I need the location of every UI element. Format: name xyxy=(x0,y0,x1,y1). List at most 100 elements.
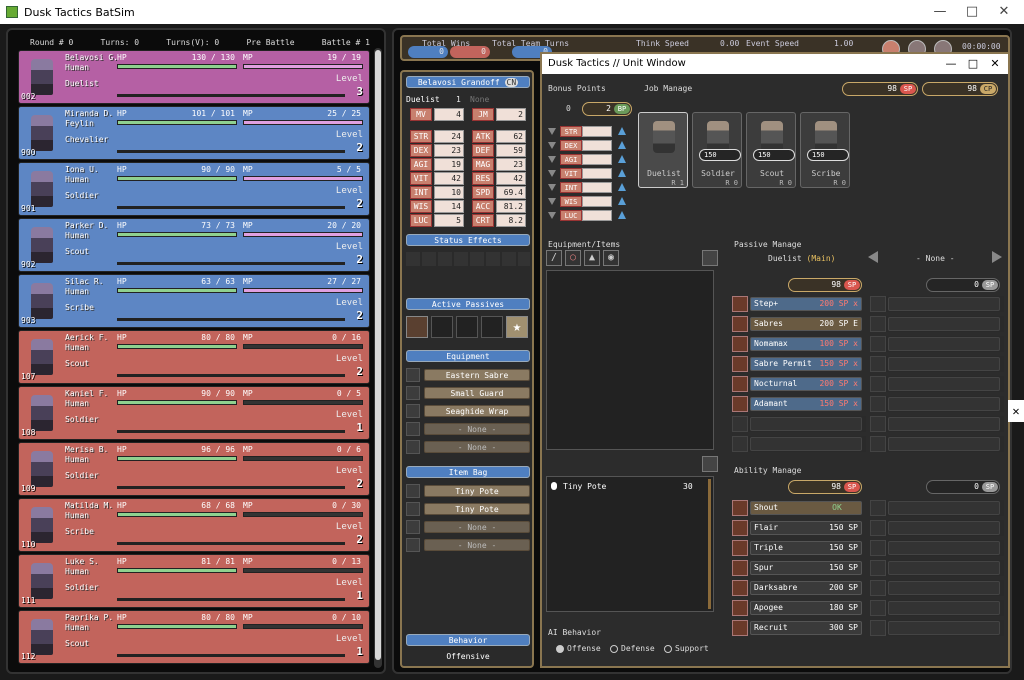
item-bag-slot[interactable]: - None - xyxy=(406,520,530,534)
close-button[interactable]: ✕ xyxy=(988,0,1020,24)
job-card[interactable]: Duelist R 1 xyxy=(638,112,688,188)
shield-icon[interactable]: ○ xyxy=(565,250,581,266)
decrease-arrow-icon[interactable] xyxy=(548,184,556,191)
ring-icon[interactable]: ◉ xyxy=(603,250,619,266)
decrease-arrow-icon[interactable] xyxy=(548,212,556,219)
passive-slot[interactable] xyxy=(481,316,503,338)
radio-defense[interactable]: Defense xyxy=(610,644,655,653)
unit-card[interactable]: 002 Belavosi G. Human Duelist HP 130 / 130 MP 1… xyxy=(18,50,370,104)
bonus-stat-value[interactable] xyxy=(582,210,612,221)
bonus-stat-value[interactable] xyxy=(582,126,612,137)
item-bag-slot[interactable]: - None - xyxy=(406,538,530,552)
ability-empty-slot[interactable] xyxy=(870,620,1004,636)
unit-name: Matilda M. xyxy=(65,501,114,510)
passive-slot-sabre-icon[interactable] xyxy=(406,316,428,338)
passive-empty-slot[interactable] xyxy=(870,376,1004,392)
equipment-slot[interactable]: Small Guard xyxy=(406,386,530,400)
maximize-button[interactable]: □ xyxy=(956,0,988,24)
star-icon[interactable]: ★ xyxy=(506,316,528,338)
passive-slot[interactable] xyxy=(431,316,453,338)
stat-key: STR xyxy=(410,130,432,143)
add-equipment-icon[interactable] xyxy=(702,250,718,266)
equipment-slot[interactable]: Seaghide Wrap xyxy=(406,404,530,418)
ability-row[interactable]: Recruit 300 SP xyxy=(732,620,866,636)
unit-card[interactable]: 901 Iona U. Human Soldier HP 90 / 90 MP 5 / 5 Le… xyxy=(18,162,370,216)
unit-card[interactable]: 109 Merisa B. Human Soldier HP 96 / 96 MP 0 / 6… xyxy=(18,442,370,496)
side-close-icon[interactable]: ✕ xyxy=(1008,400,1024,422)
passive-empty-slot[interactable] xyxy=(870,416,1004,432)
bonus-stat-value[interactable] xyxy=(582,140,612,151)
unit-card[interactable]: 902 Parker D. Human Scout HP 73 / 73 MP 20 / 20… xyxy=(18,218,370,272)
unit-card[interactable]: 112 Paprika P. Human Scout HP 80 / 80 MP 0 / 10… xyxy=(18,610,370,664)
bonus-stat-value[interactable] xyxy=(582,196,612,207)
hp-label: HP xyxy=(117,557,127,566)
job-card[interactable]: 150 Scout R 0 xyxy=(746,112,796,188)
unit-class: Duelist xyxy=(65,79,99,88)
passive-empty-slot[interactable] xyxy=(870,396,1004,412)
unit-sprite xyxy=(31,59,53,95)
decrease-arrow-icon[interactable] xyxy=(548,198,556,205)
bonus-stat-key: VIT xyxy=(560,168,582,179)
ability-empty-slot[interactable] xyxy=(870,580,1004,596)
passive-skill-row[interactable]: Nomamax 100 SP x xyxy=(732,336,866,352)
uw-close-button[interactable]: ✕ xyxy=(984,54,1006,74)
roster-scrollbar[interactable] xyxy=(374,48,382,668)
unit-card[interactable]: 900 Miranda D. Feylin Chevalier HP 101 / 101 M… xyxy=(18,106,370,160)
passive-skill-row[interactable]: Adamant 150 SP x xyxy=(732,396,866,412)
scroll-thumb[interactable] xyxy=(375,50,381,660)
uw-minimize-button[interactable]: — xyxy=(940,54,962,74)
item-bag-slot[interactable]: Tiny Pote xyxy=(406,502,530,516)
ability-empty-slot[interactable] xyxy=(870,540,1004,556)
radio-offense[interactable]: Offense xyxy=(556,644,601,653)
passive-slot[interactable] xyxy=(456,316,478,338)
decrease-arrow-icon[interactable] xyxy=(548,170,556,177)
job-card[interactable]: 150 Scribe R 0 xyxy=(800,112,850,188)
unit-card[interactable]: 903 Silac R. Human Scribe HP 63 / 63 MP 27 / 27… xyxy=(18,274,370,328)
passive-skill-row[interactable]: Nocturnal 200 SP x xyxy=(732,376,866,392)
decrease-arrow-icon[interactable] xyxy=(548,128,556,135)
ability-row[interactable]: Spur 150 SP xyxy=(732,560,866,576)
sword-icon[interactable]: / xyxy=(546,250,562,266)
equipment-slot[interactable]: - None - xyxy=(406,440,530,454)
ability-empty-slot[interactable] xyxy=(870,560,1004,576)
equipment-slot[interactable]: Eastern Sabre xyxy=(406,368,530,382)
radio-support[interactable]: Support xyxy=(664,644,709,653)
passive-slots: ★ xyxy=(406,316,530,338)
decrease-arrow-icon[interactable] xyxy=(548,142,556,149)
ability-row[interactable]: Triple 150 SP xyxy=(732,540,866,556)
bag-item-row[interactable]: Tiny Pote 30 xyxy=(549,479,709,493)
passive-skill-row[interactable]: Sabres 200 SP E xyxy=(732,316,866,332)
ability-row[interactable]: Apogee 180 SP xyxy=(732,600,866,616)
unit-card[interactable]: 111 Luke S. Human Soldier HP 81 / 81 MP 0 / 13 L… xyxy=(18,554,370,608)
minimize-button[interactable]: — xyxy=(924,0,956,24)
passive-skill-row[interactable]: Sabre Permit 150 SP x xyxy=(732,356,866,372)
passive-empty-slot[interactable] xyxy=(870,436,1004,452)
unit-card[interactable]: 110 Matilda M. Human Scribe HP 68 / 68 MP 0 / 3… xyxy=(18,498,370,552)
equipment-slot[interactable]: - None - xyxy=(406,422,530,436)
ability-empty-slot[interactable] xyxy=(870,600,1004,616)
add-item-icon[interactable] xyxy=(702,456,718,472)
passive-empty-slot[interactable] xyxy=(732,416,866,432)
job-card[interactable]: 150 Soldier R 0 xyxy=(692,112,742,188)
ability-row[interactable]: Flair 150 SP xyxy=(732,520,866,536)
passive-skill-row[interactable]: Step+ 200 SP x xyxy=(732,296,866,312)
passive-empty-slot[interactable] xyxy=(870,316,1004,332)
ability-empty-slot[interactable] xyxy=(870,500,1004,516)
passive-empty-slot[interactable] xyxy=(732,436,866,452)
bonus-stat-value[interactable] xyxy=(582,182,612,193)
bag-scrollbar[interactable] xyxy=(708,479,711,609)
ability-row[interactable]: Darksabre 200 SP xyxy=(732,580,866,596)
ability-empty-slot[interactable] xyxy=(870,520,1004,536)
item-bag-slot[interactable]: Tiny Pote xyxy=(406,484,530,498)
passive-empty-slot[interactable] xyxy=(870,296,1004,312)
unit-card[interactable]: 108 Kaniel F. Human Soldier HP 90 / 90 MP 0 / 5… xyxy=(18,386,370,440)
armor-icon[interactable]: ▲ xyxy=(584,250,600,266)
decrease-arrow-icon[interactable] xyxy=(548,156,556,163)
unit-card[interactable]: 107 Aerick F. Human Scout HP 80 / 80 MP 0 / 16 L… xyxy=(18,330,370,384)
bonus-stat-value[interactable] xyxy=(582,168,612,179)
bonus-stat-value[interactable] xyxy=(582,154,612,165)
passive-empty-slot[interactable] xyxy=(870,336,1004,352)
passive-empty-slot[interactable] xyxy=(870,356,1004,372)
ability-row[interactable]: Shout OK xyxy=(732,500,866,516)
uw-maximize-button[interactable]: □ xyxy=(962,54,984,74)
